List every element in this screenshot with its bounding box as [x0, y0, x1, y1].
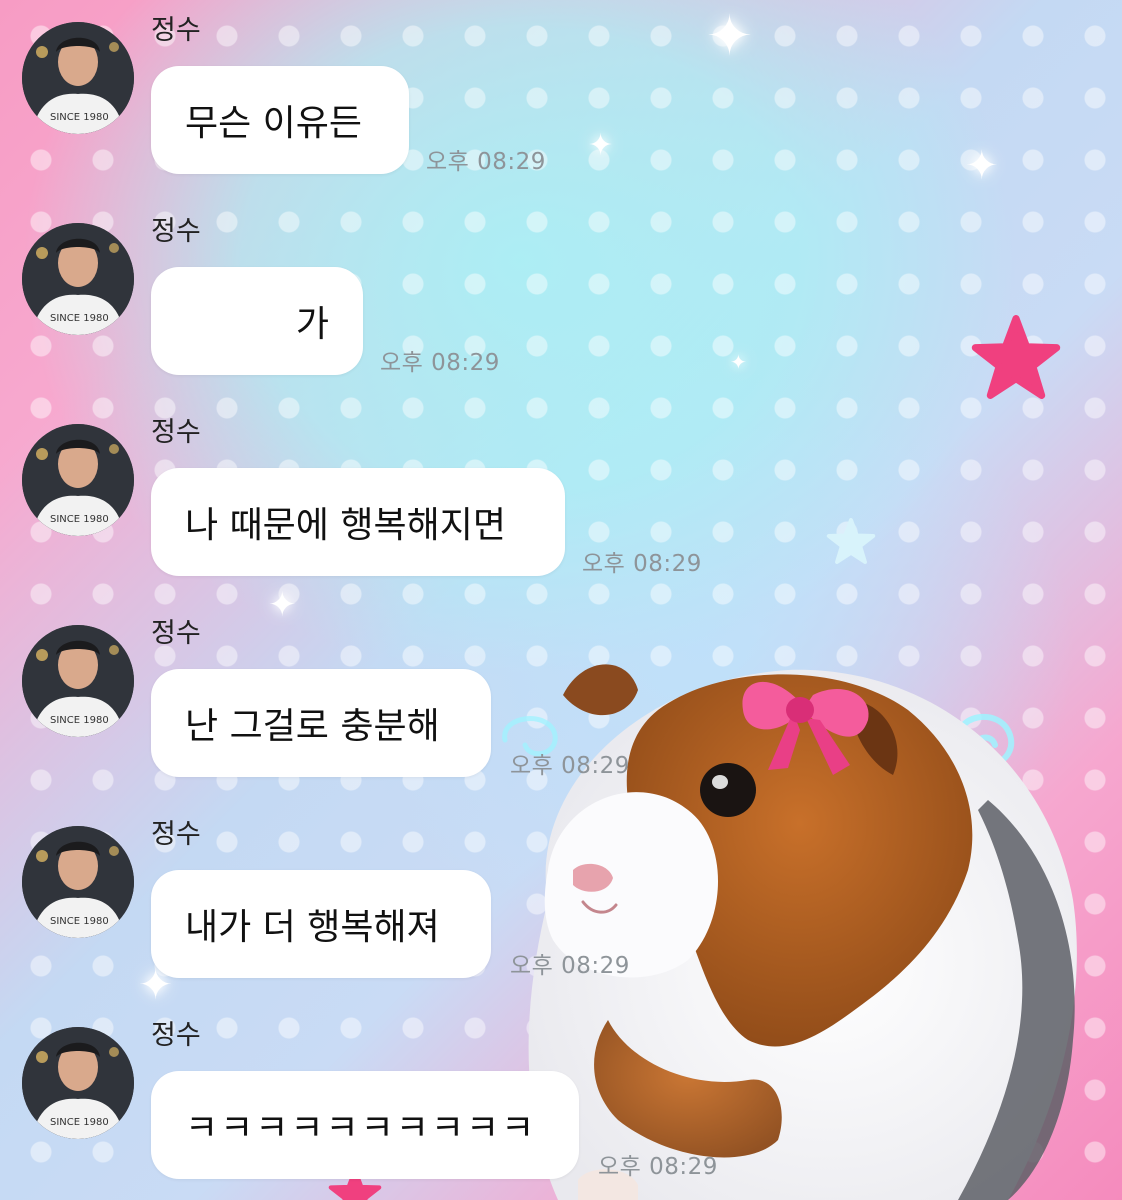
message-bubble[interactable]: 가	[151, 267, 363, 375]
message-bubble[interactable]: 내가 더 행복해져	[151, 870, 491, 978]
avatar-shirt-text: SINCE 1980	[50, 514, 109, 525]
avatar-photo: SINCE 1980	[22, 223, 134, 335]
message-bubble[interactable]: 난 그걸로 충분해	[151, 669, 491, 777]
message-timestamp: 오후 08:29	[598, 1154, 718, 1180]
sender-name: 정수	[151, 216, 201, 247]
avatar-photo: SINCE 1980	[22, 625, 134, 737]
avatar-photo: SINCE 1980	[22, 424, 134, 536]
avatar[interactable]: SINCE 1980	[22, 22, 134, 134]
message-timestamp: 오후 08:29	[510, 953, 630, 979]
sender-name: 정수	[151, 819, 201, 850]
avatar[interactable]: SINCE 1980	[22, 826, 134, 938]
avatar[interactable]: SINCE 1980	[22, 223, 134, 335]
sender-name: 정수	[151, 15, 201, 46]
avatar[interactable]: SINCE 1980	[22, 1027, 134, 1139]
message-bubble[interactable]: 나 때문에 행복해지면	[151, 468, 565, 576]
message-bubble[interactable]: 무슨 이유든	[151, 66, 409, 174]
message-group: SINCE 1980 정수 가 오후 08:29	[0, 201, 1122, 391]
message-group: SINCE 1980 정수 ㅋㅋㅋㅋㅋㅋㅋㅋㅋㅋ 오후 08:29	[0, 1005, 1122, 1195]
avatar-shirt-text: SINCE 1980	[50, 313, 109, 324]
avatar-shirt-text: SINCE 1980	[50, 112, 109, 123]
sender-name: 정수	[151, 618, 201, 649]
message-group: SINCE 1980 정수 나 때문에 행복해지면 오후 08:29	[0, 402, 1122, 592]
avatar[interactable]: SINCE 1980	[22, 625, 134, 737]
message-group: SINCE 1980 정수 무슨 이유든 오후 08:29	[0, 0, 1122, 190]
message-timestamp: 오후 08:29	[510, 753, 630, 779]
message-group: SINCE 1980 정수 내가 더 행복해져 오후 08:29	[0, 804, 1122, 994]
avatar-photo: SINCE 1980	[22, 826, 134, 938]
sender-name: 정수	[151, 417, 201, 448]
avatar-shirt-text: SINCE 1980	[50, 715, 109, 726]
avatar-photo: SINCE 1980	[22, 22, 134, 134]
avatar-shirt-text: SINCE 1980	[50, 916, 109, 927]
message-group: SINCE 1980 정수 난 그걸로 충분해 오후 08:29	[0, 603, 1122, 793]
message-bubble[interactable]: ㅋㅋㅋㅋㅋㅋㅋㅋㅋㅋ	[151, 1071, 579, 1179]
message-timestamp: 오후 08:29	[582, 551, 702, 577]
avatar[interactable]: SINCE 1980	[22, 424, 134, 536]
avatar-photo: SINCE 1980	[22, 1027, 134, 1139]
message-timestamp: 오후 08:29	[426, 149, 546, 175]
avatar-shirt-text: SINCE 1980	[50, 1117, 109, 1128]
message-timestamp: 오후 08:29	[380, 350, 500, 376]
sender-name: 정수	[151, 1020, 201, 1051]
